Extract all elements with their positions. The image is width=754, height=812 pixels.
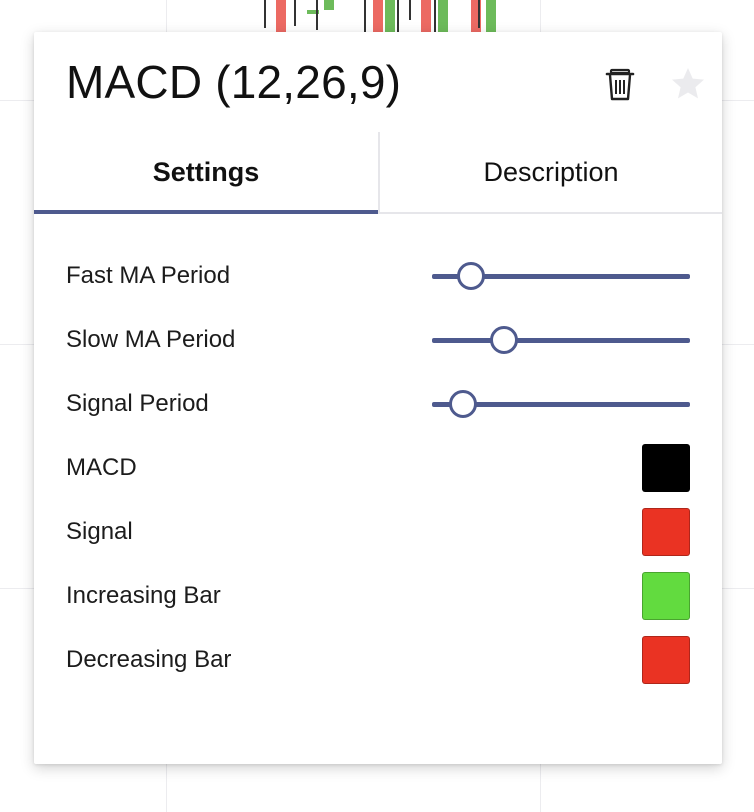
signal-period-slider[interactable] (432, 387, 690, 421)
candle-body (421, 0, 431, 32)
setting-row-slow-ma-period: Slow MA Period (34, 316, 722, 364)
candle-wick (409, 0, 411, 20)
setting-label: Increasing Bar (66, 582, 221, 609)
candle-wick (364, 0, 366, 32)
slider-thumb[interactable] (448, 390, 477, 418)
candle-wick (478, 0, 480, 28)
setting-row-fast-ma-period: Fast MA Period (34, 252, 722, 300)
macd-color-swatch[interactable] (642, 444, 690, 492)
setting-label: MACD (66, 454, 137, 481)
candle-wick (397, 0, 399, 32)
setting-row-signal-color: Signal (34, 508, 722, 556)
candle-body (324, 0, 334, 10)
setting-label: Slow MA Period (66, 326, 236, 353)
setting-row-signal-period: Signal Period (34, 380, 722, 428)
slider-thumb[interactable] (456, 262, 485, 290)
slow-ma-period-slider[interactable] (432, 323, 690, 357)
tab-bar: Settings Description (34, 132, 722, 214)
trash-icon[interactable] (602, 66, 638, 102)
slider-thumb[interactable] (490, 326, 519, 354)
slider-track (432, 338, 690, 343)
setting-label: Decreasing Bar (66, 646, 232, 673)
tab-settings[interactable]: Settings (34, 132, 378, 214)
setting-row-increasing-bar-color: Increasing Bar (34, 572, 722, 620)
fast-ma-period-slider[interactable] (432, 259, 690, 293)
setting-label: Signal (66, 518, 133, 545)
candle-wick (294, 0, 296, 26)
star-icon[interactable] (668, 64, 708, 104)
setting-row-macd-color: MACD (34, 444, 722, 492)
candle-body (276, 0, 286, 32)
decreasing-bar-color-swatch[interactable] (642, 636, 690, 684)
setting-label: Fast MA Period (66, 262, 231, 289)
signal-color-swatch[interactable] (642, 508, 690, 556)
panel-title: MACD (12,26,9) (66, 56, 402, 108)
candle-wick (264, 0, 266, 28)
candle-wick (434, 0, 436, 32)
candle-body (438, 0, 448, 32)
candle-body (385, 0, 395, 32)
candle-body (373, 0, 383, 32)
increasing-bar-color-swatch[interactable] (642, 572, 690, 620)
tab-description[interactable]: Description (379, 132, 723, 212)
indicator-settings-panel: MACD (12,26,9) Settings Description Fast… (34, 32, 722, 764)
candle-body (486, 0, 496, 32)
setting-row-decreasing-bar-color: Decreasing Bar (34, 636, 722, 684)
setting-label: Signal Period (66, 390, 209, 417)
candle-wick (316, 0, 318, 30)
